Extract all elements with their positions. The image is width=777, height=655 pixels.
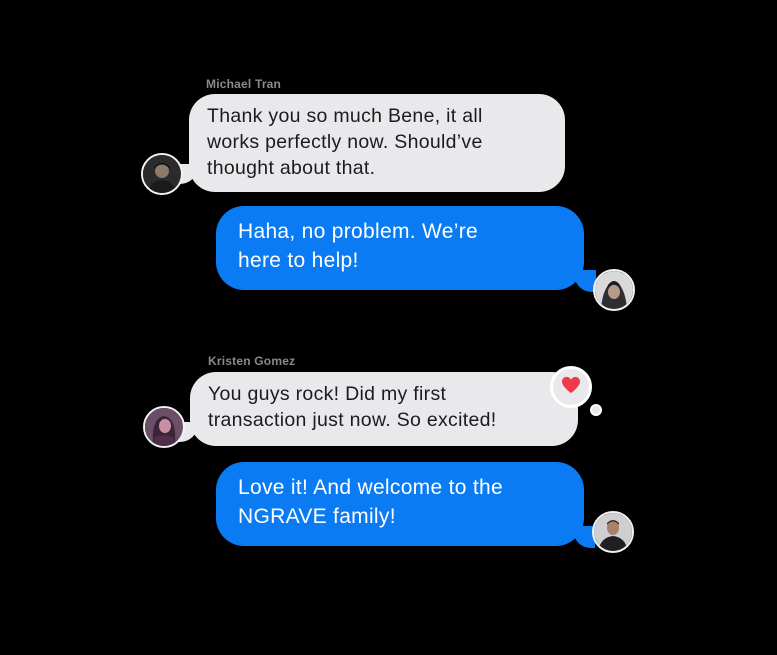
user-avatar-icon[interactable] [141,153,183,195]
sender-name: Michael Tran [206,77,282,91]
outgoing-message-bubble[interactable]: Love it! And welcome to the NGRAVE famil… [216,462,584,546]
agent-avatar-icon[interactable] [592,511,634,553]
heart-icon [561,376,581,399]
outgoing-message-bubble[interactable]: Haha, no problem. We’re here to help! [216,206,584,290]
agent-avatar-icon[interactable] [593,269,635,311]
chat-canvas: Michael Tran Thank you so much Bene, it … [0,0,777,655]
incoming-message-bubble[interactable]: Thank you so much Bene, it all works per… [189,94,565,192]
sender-name: Kristen Gomez [208,354,296,368]
reaction-tail [590,404,602,416]
incoming-message-bubble[interactable]: You guys rock! Did my first transaction … [190,372,578,446]
heart-reaction[interactable] [550,366,592,408]
user-avatar-icon[interactable] [143,406,185,448]
